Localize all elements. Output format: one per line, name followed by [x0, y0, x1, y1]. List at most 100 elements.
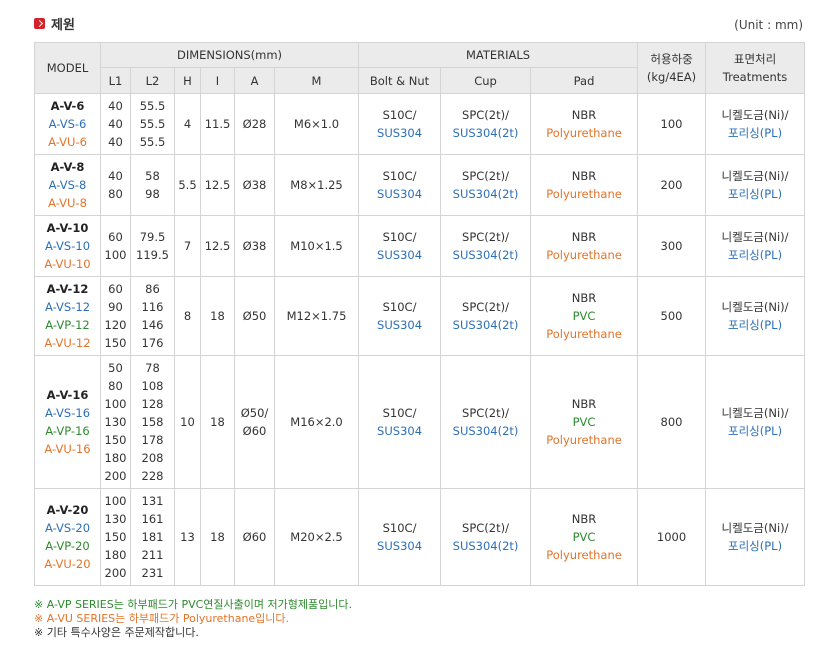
l1-cell-line: 100	[104, 397, 127, 411]
cup-cell-line: SPC(2t)/	[462, 169, 509, 183]
cup-cell: SPC(2t)/ SUS304(2t)	[440, 154, 532, 216]
a-cell: Ø50	[234, 276, 275, 356]
model-cell: A-V-8 A-VS-8 A-VU-8	[34, 154, 101, 216]
treat-cell: 니켈도금(Ni)/ 포리싱(PL)	[705, 215, 806, 277]
header-treat-line1: 표면처리	[733, 52, 777, 66]
treat-cell-line: 니켈도금(Ni)/	[721, 521, 789, 535]
unit-label: (Unit : mm)	[734, 18, 803, 32]
section-title: 제원	[34, 14, 75, 33]
header-load-line2: (kg/4EA)	[646, 70, 697, 84]
load-cell: 200	[637, 154, 707, 216]
footnotes: ※ A-VP SERIES는 하부패드가 PVC연질사출이며 저가형제품입니다.…	[34, 598, 352, 640]
cup-cell-line: SPC(2t)/	[462, 300, 509, 314]
cup-cell-line: SPC(2t)/	[462, 406, 509, 420]
load-cell: 500	[637, 276, 707, 356]
treat-cell-line: 포리싱(PL)	[728, 424, 783, 438]
model-cell: A-V-16 A-VS-16 A-VP-16 A-VU-16	[34, 355, 101, 489]
h-cell: 4	[174, 93, 201, 155]
l1-cell-line: 130	[104, 512, 127, 526]
l1-cell-line: 200	[104, 469, 127, 483]
cup-cell-line: SPC(2t)/	[462, 108, 509, 122]
pad-cell-line: NBR	[571, 169, 597, 183]
pad-cell-line: NBR	[571, 512, 597, 526]
header-treat-line2: Treatments	[722, 70, 788, 84]
l1-cell-line: 60	[108, 230, 123, 244]
l1-cell-line: 80	[108, 379, 123, 393]
model-cell-line: A-VS-10	[44, 239, 91, 253]
pad-cell-line: PVC	[572, 530, 596, 544]
pad-cell-line: Polyurethane	[546, 433, 622, 447]
model-cell-line: A-VU-6	[48, 135, 87, 149]
l2-cell-line: 231	[141, 566, 164, 580]
footnote-custom: ※ 기타 특수사양은 주문제작합니다.	[34, 626, 199, 639]
l2-cell-line: 228	[141, 469, 164, 483]
cup-cell-line: SUS304(2t)	[452, 187, 519, 201]
model-cell-line: A-VP-16	[45, 424, 90, 438]
l2-cell-line: 79.5	[139, 230, 166, 244]
m-cell: M20×2.5	[273, 488, 360, 586]
cup-cell: SPC(2t)/ SUS304(2t)	[440, 93, 532, 155]
header-dimensions: DIMENSIONS(mm)	[99, 42, 360, 68]
a-cell-line: Ø60	[242, 424, 267, 438]
model-cell-line: A-V-12	[46, 282, 89, 296]
model-cell-line: A-VU-16	[44, 442, 91, 456]
pad-cell-line: Polyurethane	[546, 548, 622, 562]
bolt-cell: S10C/SUS304	[358, 154, 442, 216]
header-materials: MATERIALS	[358, 42, 639, 68]
l2-cell-line: 108	[141, 379, 164, 393]
i-cell: 18	[200, 355, 235, 489]
header-pad: Pad	[530, 67, 639, 94]
pad-cell-line: PVC	[572, 415, 596, 429]
spec-table: MODEL DIMENSIONS(mm) MATERIALS 허용하중 (kg/…	[34, 42, 806, 586]
table-row: A-V-10 A-VS-10 A-VU-10 60 100 79.5 119.5 7 12.5 Ø…	[34, 215, 806, 277]
l2-cell: 55.5 55.5 55.5	[130, 93, 175, 155]
pad-cell: NBR PVC Polyurethane	[530, 355, 639, 489]
pad-cell-line: NBR	[571, 397, 597, 411]
treat-cell-line: 포리싱(PL)	[728, 187, 783, 201]
l2-cell: 131 161 181 211 231	[130, 488, 175, 586]
model-cell: A-V-10 A-VS-10 A-VU-10	[34, 215, 101, 277]
l1-cell-line: 180	[104, 451, 127, 465]
arrow-right-icon	[34, 18, 45, 29]
model-cell-line: A-VU-12	[44, 336, 91, 350]
l2-cell: 79.5 119.5	[130, 215, 175, 277]
header-l1: L1	[100, 67, 131, 94]
l2-cell-line: 98	[145, 187, 160, 201]
cup-cell: SPC(2t)/ SUS304(2t)	[440, 276, 532, 356]
l1-cell-line: 130	[104, 415, 127, 429]
i-cell: 18	[200, 276, 235, 356]
header-cup: Cup	[440, 67, 532, 94]
a-cell: Ø28	[234, 93, 275, 155]
l2-cell-line: 58	[145, 169, 160, 183]
bolt-cell: S10C/SUS304	[358, 488, 442, 586]
a-cell-line: Ø28	[242, 117, 267, 131]
l1-cell-line: 60	[108, 282, 123, 296]
l1-cell: 60 100	[100, 215, 131, 277]
model-cell-line: A-VP-20	[45, 539, 90, 553]
l1-cell-line: 150	[104, 433, 127, 447]
cup-cell: SPC(2t)/ SUS304(2t)	[440, 215, 532, 277]
model-cell-line: A-VP-12	[45, 318, 90, 332]
cup-cell-line: SUS304(2t)	[452, 248, 519, 262]
model-cell-line: A-VS-20	[44, 521, 91, 535]
i-cell: 12.5	[200, 154, 235, 216]
l1-cell-line: 150	[104, 336, 127, 350]
l2-cell: 58 98	[130, 154, 175, 216]
l1-cell-line: 180	[104, 548, 127, 562]
l1-cell-line: 40	[108, 135, 123, 149]
treat-cell-line: 포리싱(PL)	[728, 539, 783, 553]
pad-cell: NBR Polyurethane	[530, 215, 639, 277]
header-h: H	[174, 67, 201, 94]
treat-cell-line: 니켈도금(Ni)/	[721, 406, 789, 420]
treat-cell: 니켈도금(Ni)/ 포리싱(PL)	[705, 276, 806, 356]
m-cell: M10×1.5	[273, 215, 360, 277]
treat-cell-line: 니켈도금(Ni)/	[721, 169, 789, 183]
i-cell: 12.5	[200, 215, 235, 277]
bolt-cell-line: S10C/	[382, 230, 417, 244]
bolt-cell-line: SUS304	[377, 539, 423, 553]
model-cell: A-V-6 A-VS-6 A-VU-6	[34, 93, 101, 155]
pad-cell-line: Polyurethane	[546, 187, 622, 201]
treat-cell: 니켈도금(Ni)/ 포리싱(PL)	[705, 488, 806, 586]
l2-cell-line: 158	[141, 415, 164, 429]
model-cell: A-V-20 A-VS-20 A-VP-20 A-VU-20	[34, 488, 101, 586]
